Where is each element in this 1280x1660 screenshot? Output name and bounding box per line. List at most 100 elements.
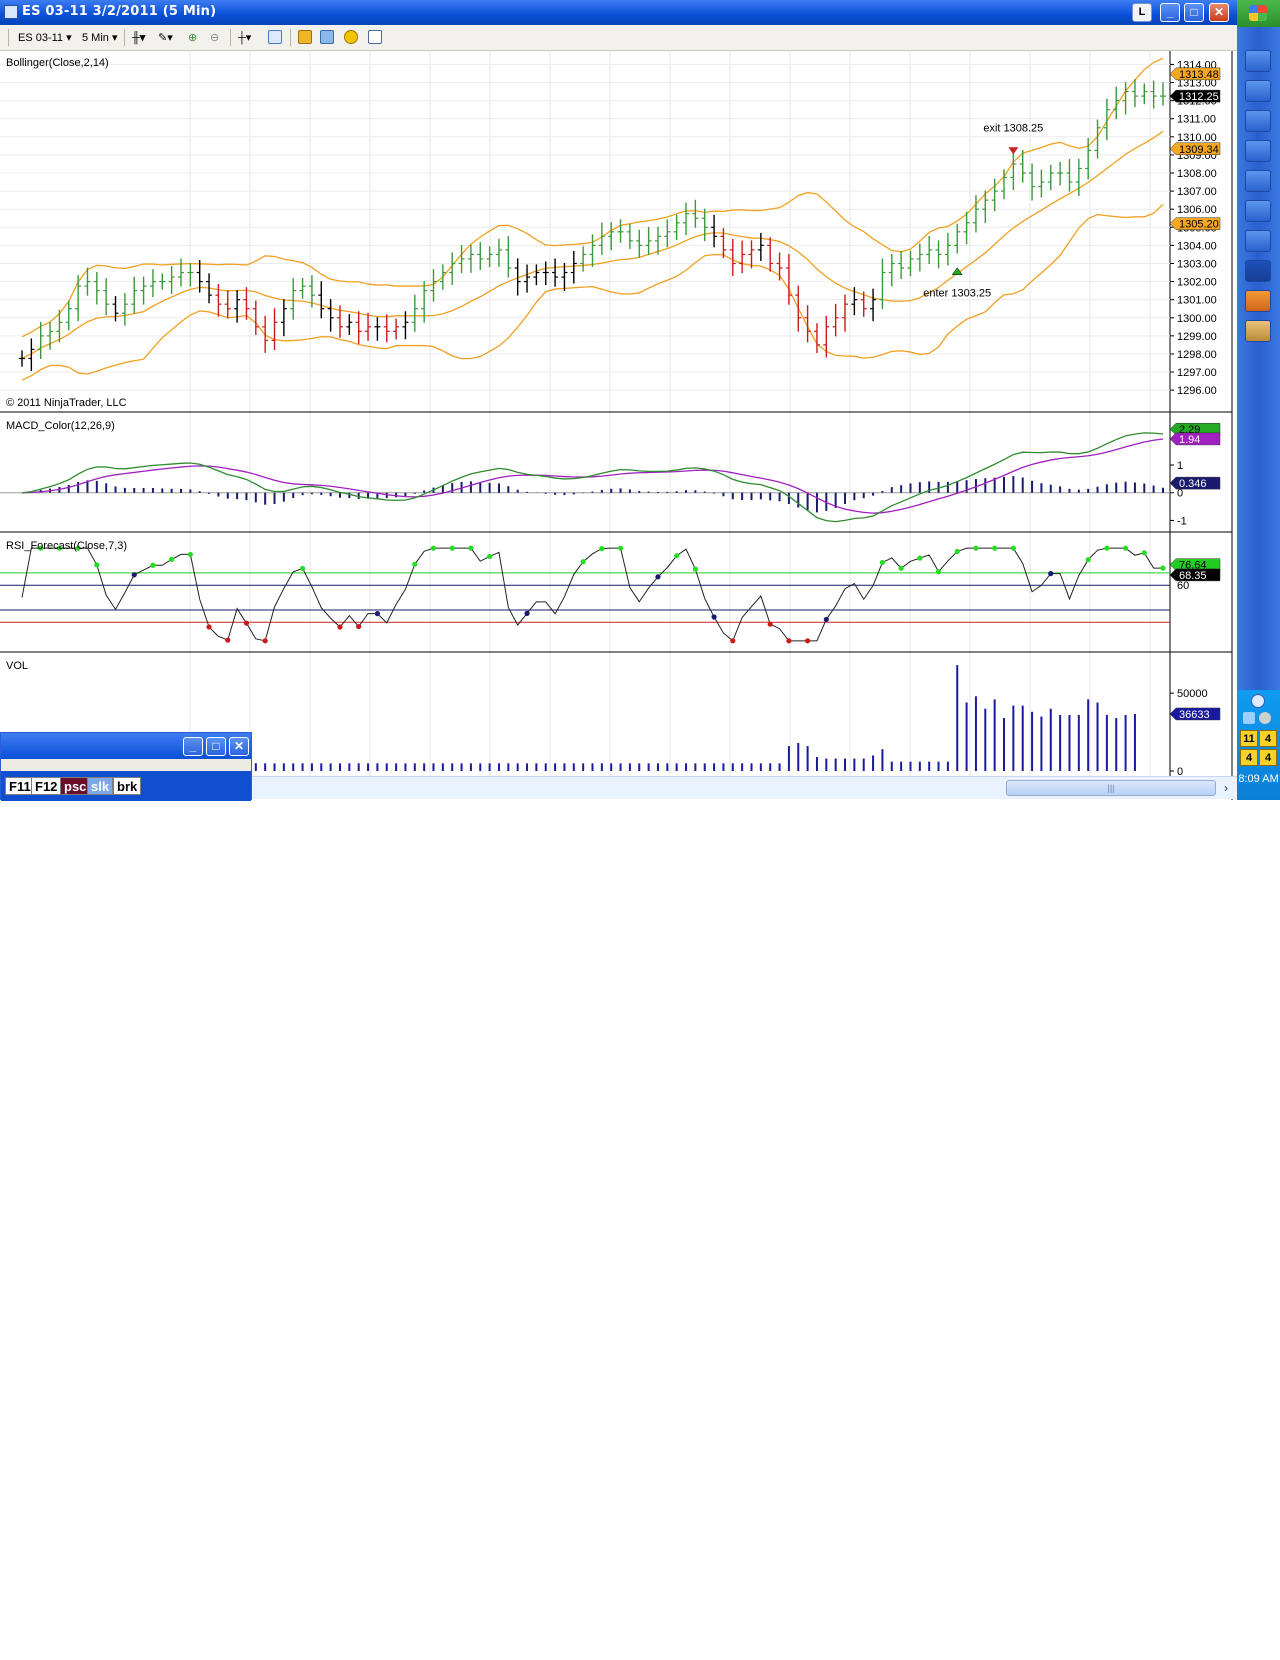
rsi-point: [412, 561, 418, 567]
toolbar-separator: [124, 29, 125, 46]
price-tick-label: 1298.00: [1177, 349, 1217, 361]
window-title: ES 03-11 3/2/2011 (5 Min): [22, 4, 217, 19]
price-tick-label: 1297.00: [1177, 367, 1217, 379]
price-tick-label: 1308.00: [1177, 168, 1217, 180]
scrollbar-thumb[interactable]: |||: [1006, 780, 1216, 796]
minimized-window-bar: [1, 759, 251, 771]
rsi-point: [169, 556, 175, 562]
price-tick-label: 1302.00: [1177, 277, 1217, 289]
scroll-right-arrow[interactable]: ›: [1218, 779, 1234, 797]
tray-network-icon[interactable]: [1251, 694, 1265, 708]
rsi-point: [206, 624, 212, 630]
tray-refresh-icon[interactable]: [1259, 712, 1271, 724]
tab-brk[interactable]: brk: [113, 777, 142, 795]
minimized-window-titlebar[interactable]: _ □ ✕: [1, 733, 251, 759]
close-button[interactable]: ✕: [1209, 3, 1229, 22]
rsi-point: [524, 610, 530, 616]
link-button[interactable]: L: [1132, 3, 1152, 22]
minimize-button[interactable]: _: [1160, 3, 1180, 22]
chart-canvas[interactable]: 1296.00 1297.00 1298.00 1299.00 1300.00 1301.…: [0, 51, 1237, 800]
price-panel-title: Bollinger(Close,2,14): [6, 57, 109, 69]
rsi-point: [1160, 565, 1166, 571]
rsi-point: [1141, 550, 1147, 556]
price-tick-label: 1296.00: [1177, 385, 1217, 397]
taskbar-chart-icon[interactable]: [1245, 230, 1271, 252]
strategies-icon[interactable]: [344, 30, 358, 44]
interval-label: 5 Min: [82, 32, 109, 44]
price-tick-label: 1300.00: [1177, 313, 1217, 325]
price-tick-label: 1311.00: [1177, 114, 1216, 126]
drawing-tool-icon[interactable]: ✎▾: [158, 31, 173, 44]
taskbar-clock: 8:09 AM: [1238, 773, 1279, 785]
zoom-in-icon[interactable]: ⊕: [188, 31, 197, 44]
price-value-tag-label: 1313.48: [1179, 69, 1219, 81]
horizontal-scrollbar[interactable]: ||| ›: [252, 776, 1237, 799]
maximize-button[interactable]: □: [206, 737, 226, 756]
rsi-point: [917, 555, 923, 561]
taskbar-chart-icon[interactable]: [1245, 200, 1271, 222]
rsi-point: [1085, 557, 1091, 563]
rsi-point: [337, 624, 343, 630]
rsi-point: [879, 559, 886, 566]
data-box-icon[interactable]: [268, 30, 282, 44]
taskbar-app-icon[interactable]: [1245, 320, 1271, 342]
entry-label: enter 1303.25: [923, 288, 991, 300]
instrument-selector[interactable]: ES 03-11 ▾: [18, 31, 72, 44]
tab-slk[interactable]: slk: [87, 777, 114, 795]
indicators-icon[interactable]: [320, 30, 334, 44]
tray-number[interactable]: 4: [1259, 749, 1277, 766]
maximize-button[interactable]: □: [1184, 3, 1204, 22]
minimized-window[interactable]: _ □ ✕ F11 F12 psc slk brk: [0, 732, 252, 801]
minimize-button[interactable]: _: [183, 737, 203, 756]
rsi-point: [730, 638, 736, 644]
price-tick-label: 1304.00: [1177, 240, 1217, 252]
tray-number[interactable]: 4: [1240, 749, 1258, 766]
toolbar-grip: [8, 29, 9, 46]
rsi-point: [299, 565, 306, 572]
close-button[interactable]: ✕: [229, 737, 249, 756]
rsi-point: [356, 623, 362, 630]
taskbar-window-icon[interactable]: [1245, 80, 1271, 102]
window-titlebar[interactable]: ES 03-11 3/2/2011 (5 Min) L _ □ ✕: [0, 0, 1237, 25]
ninjatrader-chart-window: ES 03-11 3/2/2011 (5 Min) L _ □ ✕ ES 03-…: [0, 0, 1280, 801]
toolbar-separator: [290, 29, 291, 46]
rsi-point: [711, 614, 717, 620]
macd-tick-label: 1: [1177, 460, 1183, 472]
tab-psc[interactable]: psc: [60, 777, 91, 795]
zoom-out-icon[interactable]: ⊖: [210, 31, 219, 44]
tab-f12[interactable]: F12: [31, 777, 62, 795]
taskbar-chart-icon[interactable]: [1245, 110, 1271, 132]
taskbar-window-icon[interactable]: [1245, 50, 1271, 72]
rsi-point: [786, 638, 792, 644]
taskbar-chart-icon-active[interactable]: [1245, 260, 1271, 282]
rsi-panel-title: RSI_Forecast(Close,7,3): [6, 540, 127, 552]
rsi-point: [225, 637, 231, 643]
price-tick-label: 1307.00: [1177, 186, 1217, 198]
interval-selector[interactable]: 5 Min ▾: [82, 31, 118, 44]
rsi-point: [655, 574, 661, 580]
tray-number[interactable]: 4: [1259, 730, 1277, 747]
price-value-tag-label: 1309.34: [1179, 144, 1219, 156]
taskbar-chart-icon[interactable]: [1245, 140, 1271, 162]
crosshair-icon[interactable]: ┼▾: [238, 31, 251, 44]
bar-type-icon[interactable]: ╫▾: [132, 31, 145, 44]
chart-app-icon: [4, 5, 18, 19]
taskbar-firefox-icon[interactable]: [1245, 290, 1271, 312]
rsi-point: [617, 545, 624, 551]
chart-trader-icon[interactable]: [368, 30, 382, 44]
rsi-point: [992, 545, 998, 551]
exit-label: exit 1308.25: [983, 122, 1043, 134]
rsi-point: [262, 638, 268, 644]
price-tick-label: 1303.00: [1177, 258, 1217, 270]
macd-value-tag-label: 0.346: [1179, 478, 1207, 490]
rsi-point: [580, 559, 586, 565]
properties-icon[interactable]: [298, 30, 312, 44]
tray-speaker-icon[interactable]: [1243, 712, 1255, 724]
chart-area[interactable]: 1296.00 1297.00 1298.00 1299.00 1300.00 1301.…: [0, 51, 1237, 800]
rsi-point: [1104, 545, 1110, 551]
tray-number[interactable]: 11: [1240, 730, 1258, 747]
taskbar-chart-icon[interactable]: [1245, 170, 1271, 192]
macd-tick-label: -1: [1177, 515, 1187, 527]
start-button[interactable]: [1237, 0, 1280, 27]
rsi-point: [468, 545, 474, 551]
